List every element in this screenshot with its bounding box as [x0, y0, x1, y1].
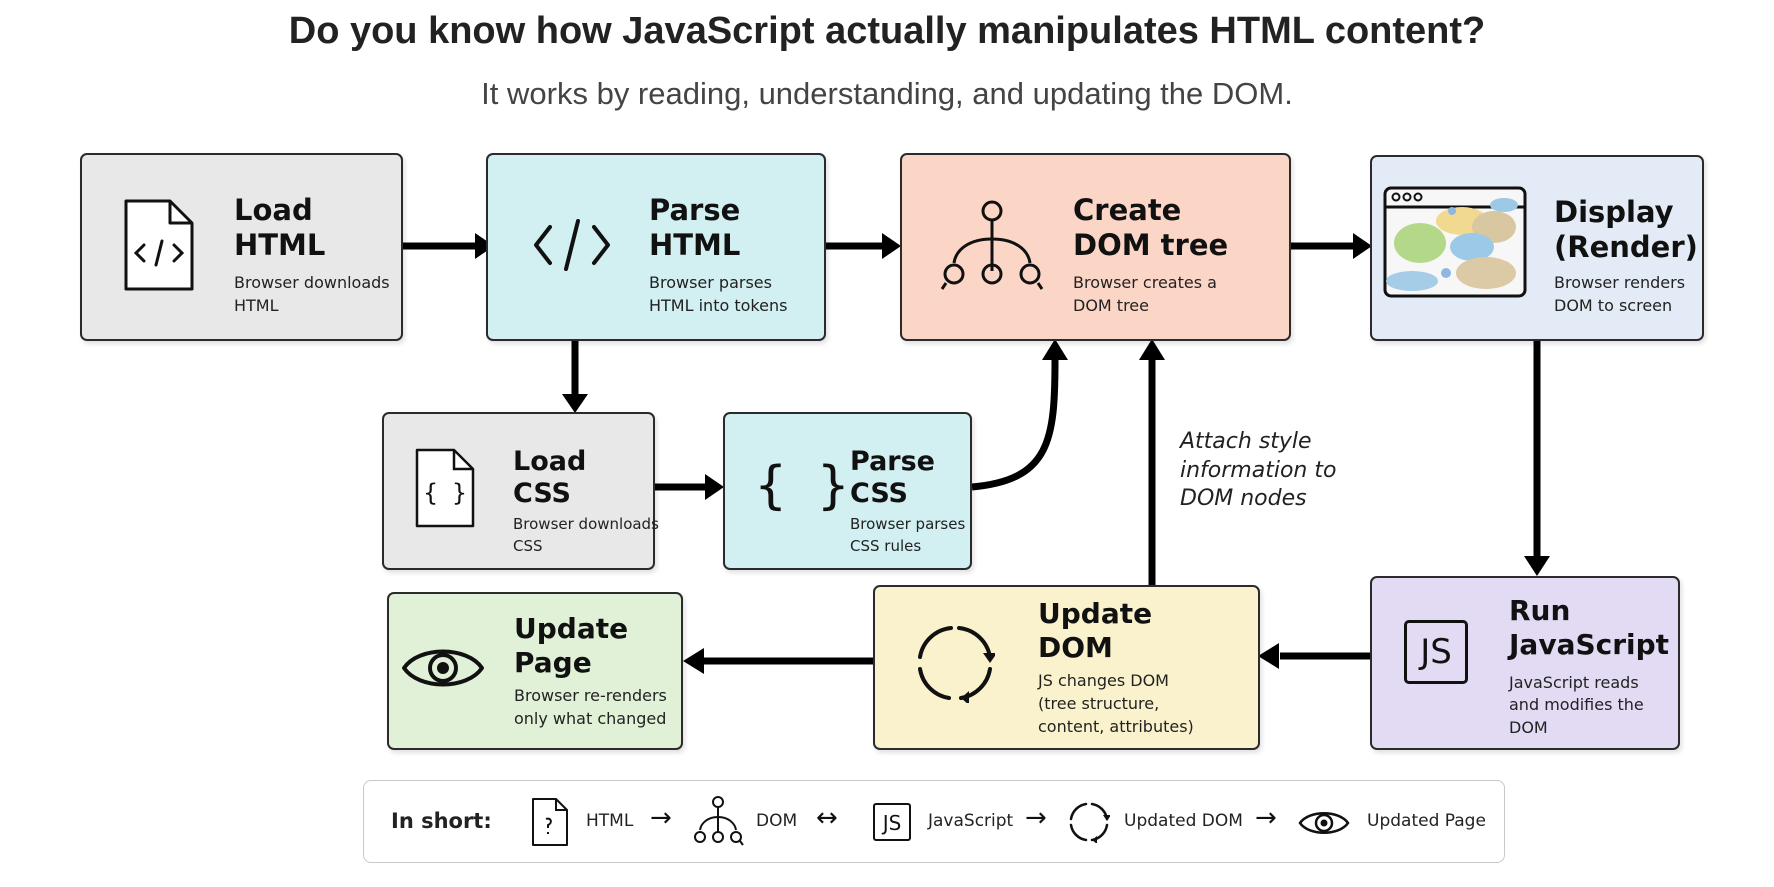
step-create-dom-tree: Create DOM tree Browser creates a DOM tr… — [900, 153, 1291, 341]
update-page-desc-2: only what changed — [514, 709, 667, 729]
summary-arrow-2: ↔ — [816, 803, 838, 833]
note-line-3: DOM nodes — [1180, 486, 1307, 512]
parse-css-title-2: CSS — [850, 478, 908, 510]
step-display-render: Display (Render) Browser renders DOM to … — [1370, 155, 1704, 341]
summary-item-dom: DOM — [756, 811, 798, 831]
parse-html-title-2: HTML — [649, 227, 741, 262]
display-desc-1: Browser renders — [1554, 273, 1686, 292]
step-parse-css: { } Parse CSS Browser parses CSS rules — [723, 412, 972, 570]
update-page-title-2: Page — [514, 645, 592, 679]
create-dom-title-1: Create — [1073, 193, 1182, 227]
update-dom-title-2: DOM — [1038, 630, 1113, 664]
tree-icon — [694, 796, 744, 846]
load-html-title-2: HTML — [234, 227, 326, 262]
create-dom-title-2: DOM tree — [1073, 227, 1229, 262]
eye-icon — [1298, 812, 1350, 834]
curly-braces-icon: { } — [755, 456, 849, 516]
step-run-javascript: JS Run JavaScript JavaScript reads and m… — [1370, 576, 1680, 750]
step-update-dom: Update DOM JS changes DOM (tree structur… — [873, 585, 1260, 750]
refresh-cycle-icon — [918, 626, 995, 703]
summary-item-javascript: JavaScript — [928, 811, 1014, 831]
step-load-html: Load HTML Browser downloads HTML — [80, 153, 403, 341]
svg-text:{ }: { } — [423, 479, 466, 507]
update-dom-desc-1: JS changes DOM — [1038, 671, 1169, 690]
parse-css-desc-1: Browser parses — [850, 515, 966, 533]
update-dom-title-1: Update — [1038, 597, 1153, 630]
html-file-icon — [532, 798, 568, 846]
css-file-icon: { } — [415, 448, 475, 528]
display-title-2: (Render) — [1554, 229, 1698, 264]
summary-arrow-3: → — [1025, 803, 1047, 833]
tree-icon — [940, 200, 1044, 290]
summary-item-updated-dom: Updated DOM — [1124, 811, 1243, 831]
summary-item-html: HTML — [586, 811, 634, 831]
summary-item-updated-page: Updated Page — [1367, 811, 1486, 831]
create-dom-desc-2: DOM tree — [1073, 296, 1149, 316]
browser-window-icon — [1383, 186, 1527, 298]
load-html-desc-2: HTML — [234, 296, 279, 316]
load-css-title-1: Load — [513, 446, 587, 477]
parse-html-desc-2: HTML into tokens — [649, 296, 788, 316]
step-parse-html: Parse HTML Browser parses HTML into toke… — [486, 153, 826, 341]
js-badge-icon: JS — [873, 803, 911, 841]
summary-arrow-4: → — [1255, 803, 1277, 833]
load-html-desc-1: Browser downloads — [234, 273, 390, 292]
note-line-2: information to — [1180, 457, 1337, 483]
display-title-1: Display — [1554, 195, 1674, 229]
eye-icon — [402, 649, 484, 687]
update-page-title-1: Update — [514, 612, 629, 645]
run-js-title-1: Run — [1509, 594, 1571, 627]
refresh-cycle-icon — [1069, 802, 1110, 843]
run-js-title-2: JavaScript — [1509, 627, 1670, 661]
parse-html-desc-1: Browser parses — [649, 273, 772, 292]
run-js-desc-2: and modifies the — [1509, 695, 1644, 715]
parse-css-desc-2: CSS rules — [850, 536, 922, 555]
update-dom-desc-2: (tree structure, — [1038, 694, 1160, 714]
arrow-parse-css-to-create-dom — [971, 359, 1059, 491]
run-js-desc-1: JavaScript reads — [1509, 673, 1639, 692]
summary-bar: In short: HTML → DOM ↔ JS JavaScript → U… — [363, 780, 1505, 863]
load-html-title-1: Load — [234, 193, 313, 227]
html-file-icon — [124, 199, 194, 291]
create-dom-desc-1: Browser creates a — [1073, 273, 1217, 292]
parse-css-title-1: Parse — [850, 446, 935, 477]
load-css-desc-1: Browser downloads — [513, 515, 659, 533]
parse-html-title-1: Parse — [649, 193, 741, 227]
update-dom-desc-3: content, attributes) — [1038, 717, 1194, 737]
summary-arrow-1: → — [650, 803, 672, 833]
step-load-css: { } Load CSS Browser downloads CSS — [382, 412, 659, 570]
load-css-title-2: CSS — [513, 478, 571, 510]
edge-note-attach-style: Attach style information to DOM nodes — [1180, 428, 1380, 514]
step-update-page: Update Page Browser re-renders only what… — [387, 592, 683, 750]
note-line-1: Attach style — [1180, 429, 1312, 454]
update-page-desc-1: Browser re-renders — [514, 686, 667, 705]
summary-label: In short: — [391, 809, 492, 833]
js-badge-icon: JS — [1404, 620, 1468, 684]
display-desc-2: DOM to screen — [1554, 296, 1673, 316]
load-css-desc-2: CSS — [513, 536, 543, 555]
run-js-desc-3: DOM — [1509, 717, 1548, 737]
code-tag-icon — [534, 219, 610, 271]
